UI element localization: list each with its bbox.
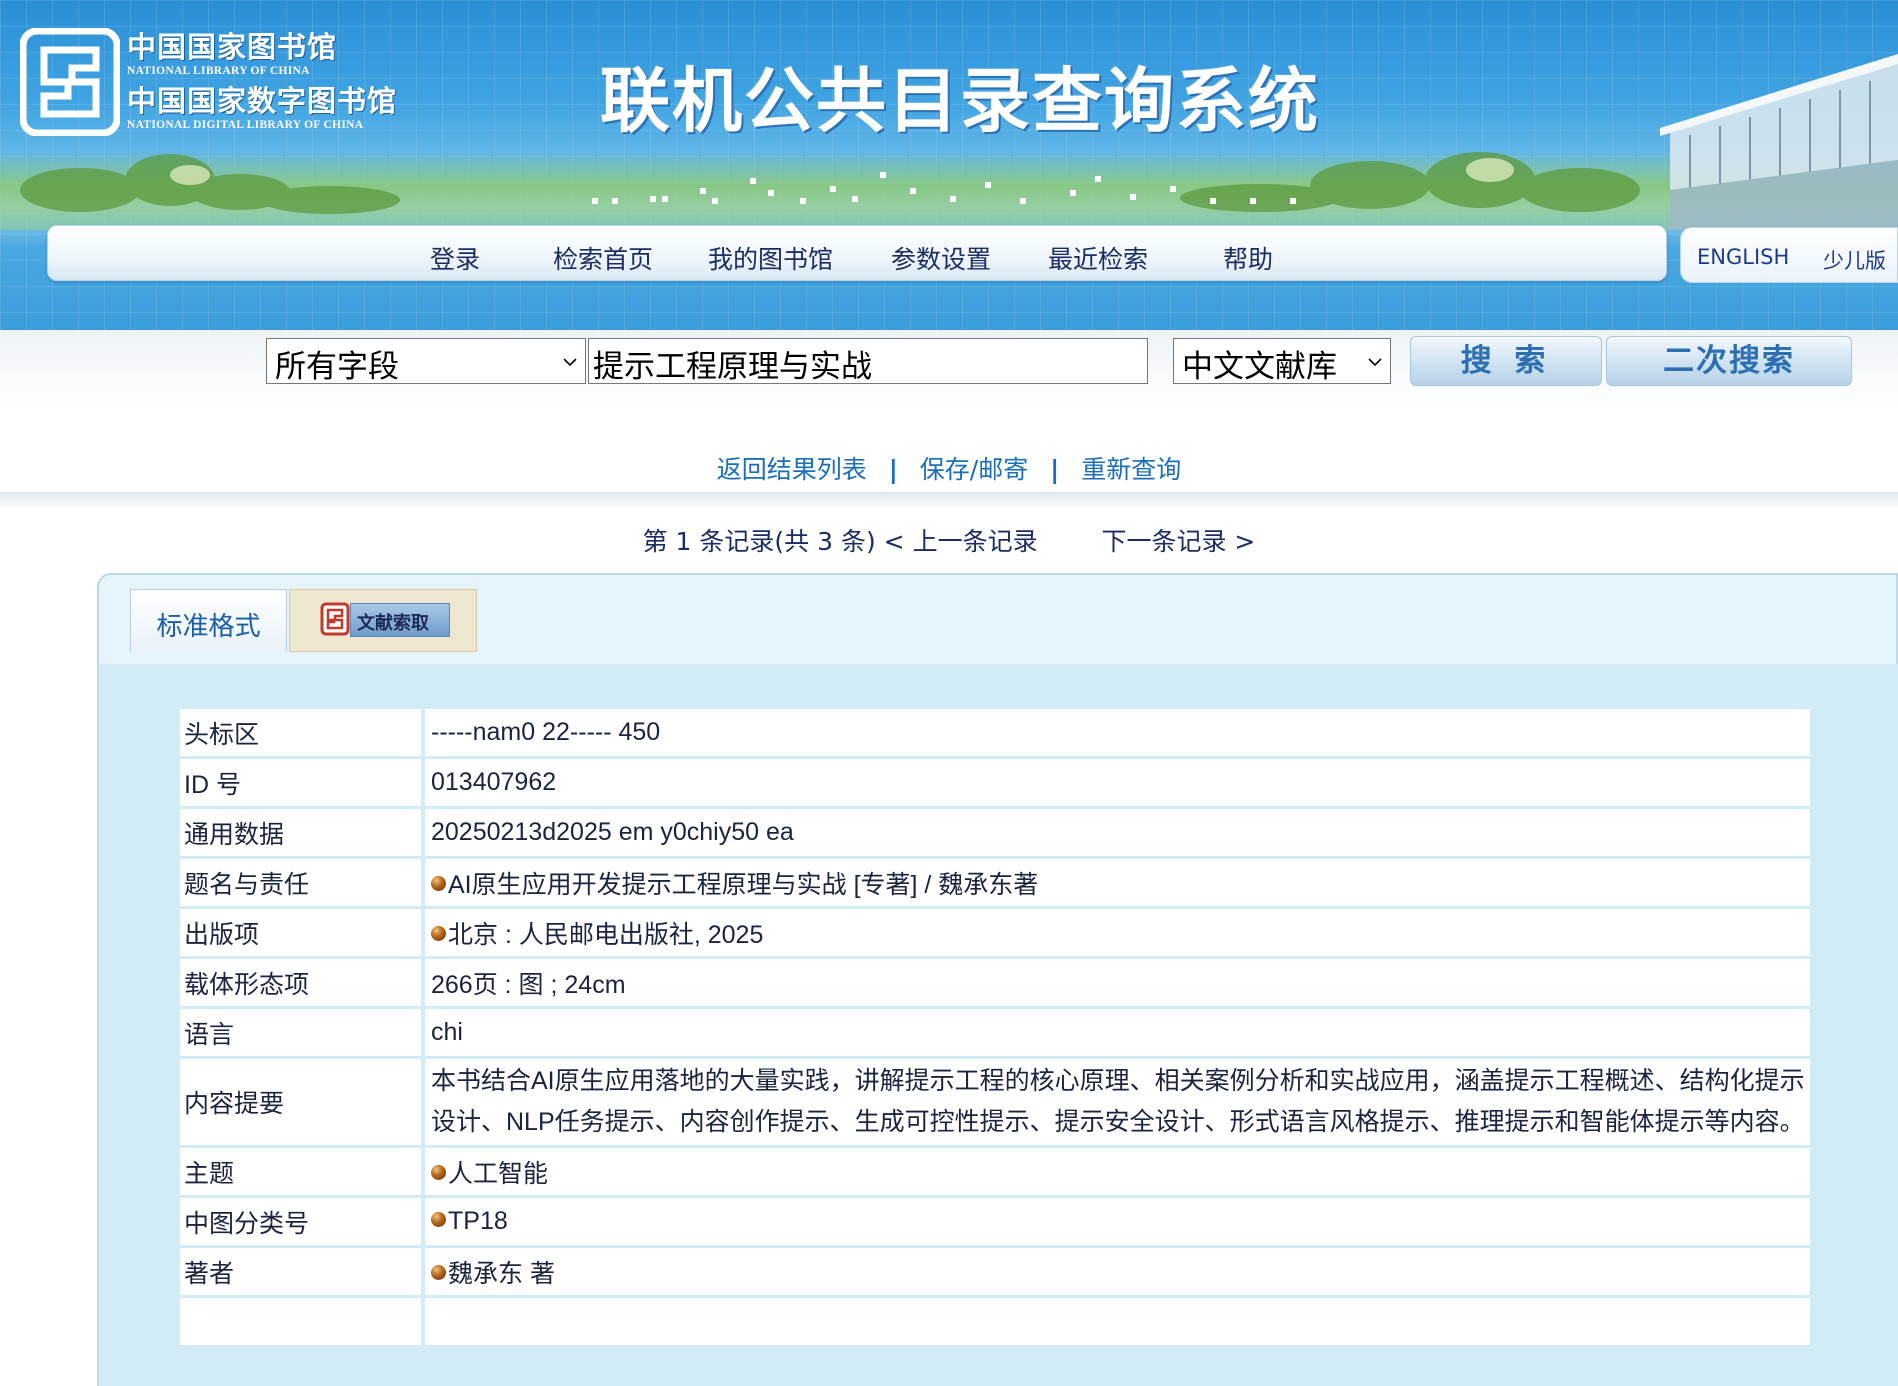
field-label: 内容提要 (180, 1059, 425, 1145)
document-request-button: 文献索取 (350, 603, 450, 637)
nav-my-library[interactable]: 我的图书馆 (708, 240, 833, 276)
new-query-link[interactable]: 重新查询 (1081, 455, 1181, 484)
nav-login[interactable]: 登录 (430, 240, 480, 276)
header-banner: 中国国家图书馆 NATIONAL LIBRARY OF CHINA 中国国家数字… (0, 0, 1898, 330)
table-row: 语言 chi (180, 1009, 1810, 1056)
table-row: 载体形态项 266页 : 图 ; 24cm (180, 959, 1810, 1006)
link-separator: | (1050, 455, 1060, 484)
banner-dot-pattern (592, 172, 1296, 204)
logo-en-2: NATIONAL DIGITAL LIBRARY OF CHINA (127, 119, 364, 131)
field-label: 中图分类号 (180, 1198, 425, 1245)
record-position: 第 1 条记录(共 3 条) (642, 527, 876, 556)
table-row: 内容提要 本书结合AI原生应用落地的大量实践，讲解提示工程的核心原理、相关案例分析… (180, 1059, 1810, 1145)
next-record-link[interactable]: 下一条记录 > (1101, 527, 1255, 556)
field-value-text: 20250213d2025 em y0chiy50 ea (431, 818, 794, 846)
lang-kids-link[interactable]: 少儿版 (1823, 245, 1886, 275)
bullet-icon (431, 925, 446, 941)
field-label (180, 1298, 425, 1345)
nav-help[interactable]: 帮助 (1223, 240, 1273, 276)
field-label: ID 号 (180, 759, 425, 806)
tab-document-request[interactable]: 文献索取 (289, 589, 477, 652)
field-value-link[interactable]: TP18 (448, 1207, 508, 1235)
field-value-link[interactable]: 魏承东 著 (448, 1260, 555, 1288)
field-value-text: 本书结合AI原生应用落地的大量实践，讲解提示工程的核心原理、相关案例分析和实战应… (431, 1067, 1805, 1136)
database-select[interactable]: 中文文献库 (1173, 338, 1391, 385)
field-label: 题名与责任 (180, 859, 425, 906)
table-row: 著者 魏承东 著 (180, 1248, 1810, 1295)
field-label: 语言 (180, 1009, 425, 1056)
nav-preferences[interactable]: 参数设置 (891, 240, 991, 276)
prev-record-link[interactable]: < 上一条记录 (884, 527, 1038, 556)
bullet-icon (431, 1264, 446, 1280)
table-row: ID 号 013407962 (180, 759, 1810, 806)
field-value: 20250213d2025 em y0chiy50 ea (425, 809, 1810, 856)
field-label: 头标区 (180, 709, 425, 756)
table-row (180, 1298, 1810, 1345)
lang-english-link[interactable]: ENGLISH (1697, 245, 1789, 269)
field-value[interactable]: 人工智能 (425, 1148, 1810, 1195)
search-input-value: 提示工程原理与实战 (593, 349, 872, 385)
database-select-value: 中文文献库 (1182, 349, 1337, 385)
field-select[interactable]: 所有字段 (266, 338, 586, 385)
field-value (425, 1298, 1810, 1345)
logo-cn-2: 中国国家数字图书馆 (127, 84, 398, 118)
table-row: 中图分类号 TP18 (180, 1198, 1810, 1245)
field-label: 著者 (180, 1248, 425, 1295)
search-input[interactable]: 提示工程原理与实战 (588, 338, 1148, 385)
field-value[interactable]: 北京 : 人民邮电出版社, 2025 (425, 909, 1810, 956)
field-value-text: -----nam0 22----- 450 (431, 718, 661, 746)
tab-standard-format[interactable]: 标准格式 (130, 589, 287, 652)
library-seal-icon (320, 602, 350, 636)
field-value: -----nam0 22----- 450 (425, 709, 1810, 756)
bullet-icon (431, 1212, 446, 1227)
logo-en-1: NATIONAL LIBRARY OF CHINA (127, 65, 310, 77)
bullet-icon (431, 1164, 446, 1180)
refine-search-button[interactable]: 二次搜索 (1606, 336, 1852, 386)
field-value-text: 266页 : 图 ; 24cm (431, 970, 626, 999)
library-seal-icon (20, 28, 120, 136)
chevron-down-icon (1368, 358, 1382, 367)
divider (0, 492, 1898, 506)
field-value: 013407962 (425, 759, 1810, 806)
field-value-text: chi (431, 1018, 463, 1046)
nav-recent-searches[interactable]: 最近检索 (1048, 240, 1148, 276)
field-label: 通用数据 (180, 809, 425, 856)
field-label: 载体形态项 (180, 959, 425, 1006)
chevron-down-icon (563, 358, 577, 367)
site-title: 联机公共目录查询系统 (600, 59, 1320, 142)
field-value[interactable]: AI原生应用开发提示工程原理与实战 [专著] / 魏承东著 (425, 859, 1810, 906)
table-row: 出版项 北京 : 人民邮电出版社, 2025 (180, 909, 1810, 956)
field-value: 266页 : 图 ; 24cm (425, 959, 1810, 1006)
table-row: 主题 人工智能 (180, 1148, 1810, 1195)
bullet-icon (431, 875, 446, 891)
search-button[interactable]: 搜 索 (1410, 336, 1602, 386)
table-row: 通用数据 20250213d2025 em y0chiy50 ea (180, 809, 1810, 856)
main-nav-bar: 登录 检索首页 我的图书馆 参数设置 最近检索 帮助 (47, 225, 1667, 281)
library-building-graphic (1660, 54, 1898, 230)
record-action-links: 返回结果列表 | 保存/邮寄 | 重新查询 (0, 450, 1898, 490)
field-value: 本书结合AI原生应用落地的大量实践，讲解提示工程的核心原理、相关案例分析和实战应… (425, 1059, 1810, 1145)
field-value[interactable]: 魏承东 著 (425, 1248, 1810, 1295)
field-value-link[interactable]: 北京 : 人民邮电出版社, 2025 (448, 921, 763, 949)
field-label: 主题 (180, 1148, 425, 1195)
back-to-results-link[interactable]: 返回结果列表 (717, 455, 867, 484)
document-request-label: 文献索取 (357, 613, 429, 634)
field-value-link[interactable]: AI原生应用开发提示工程原理与实战 [专著] / 魏承东著 (448, 871, 1038, 899)
language-bar: ENGLISH 少儿版 (1680, 227, 1898, 283)
field-value-link[interactable]: 人工智能 (448, 1160, 548, 1188)
link-separator: | (888, 455, 898, 484)
field-value[interactable]: TP18 (425, 1198, 1810, 1245)
record-navigation: 第 1 条记录(共 3 条) < 上一条记录 下一条记录 > (0, 522, 1898, 558)
nav-search-home[interactable]: 检索首页 (553, 240, 653, 276)
logo-cn-1: 中国国家图书馆 (127, 30, 338, 64)
table-row: 题名与责任 AI原生应用开发提示工程原理与实战 [专著] / 魏承东著 (180, 859, 1810, 906)
save-email-link[interactable]: 保存/邮寄 (920, 455, 1028, 484)
library-logo-text: 中国国家图书馆 NATIONAL LIBRARY OF CHINA 中国国家数字… (127, 30, 397, 132)
field-value: chi (425, 1009, 1810, 1056)
field-label: 出版项 (180, 909, 425, 956)
field-value-text: 013407962 (431, 768, 557, 796)
table-row: 头标区 -----nam0 22----- 450 (180, 709, 1810, 756)
record-table: 头标区 -----nam0 22----- 450 ID 号 013407962 通用数… (180, 706, 1810, 1348)
field-select-value: 所有字段 (275, 349, 399, 385)
